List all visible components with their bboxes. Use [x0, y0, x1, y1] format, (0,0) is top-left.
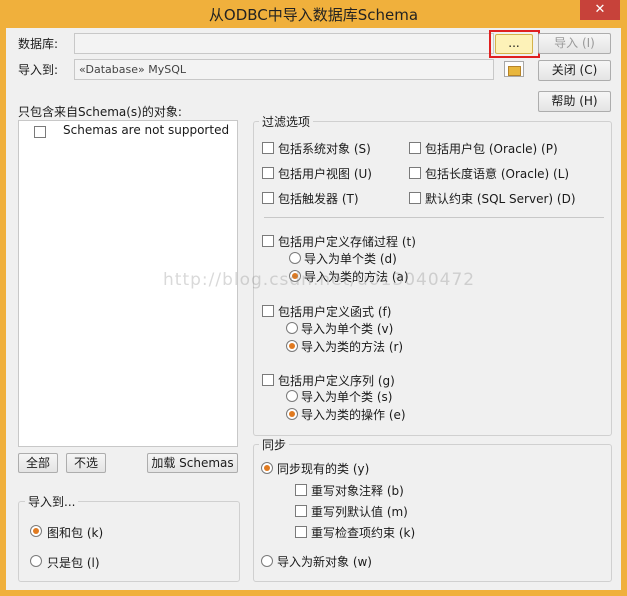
- include-sequences-checkbox[interactable]: [262, 374, 274, 386]
- close-window-button[interactable]: ✕: [580, 0, 620, 20]
- functions-class-methods-label: 导入为类的方法 (r): [301, 340, 404, 354]
- include-user-packages-checkbox[interactable]: [409, 142, 421, 154]
- filter-options-title: 过滤选项: [259, 113, 314, 130]
- import-new-label: 导入为新对象 (w): [277, 555, 372, 569]
- functions-class-methods-radio[interactable]: [286, 340, 298, 352]
- sequences-single-class-radio[interactable]: [286, 390, 298, 402]
- import-to-label: 导入到:: [18, 63, 59, 77]
- browse-database-button[interactable]: ...: [495, 34, 533, 54]
- select-none-button[interactable]: 不选: [66, 453, 106, 473]
- import-to-group-title: 导入到...: [25, 493, 79, 510]
- schemas-label: 只包含来自Schema(s)的对象:: [18, 105, 182, 119]
- database-label: 数据库:: [18, 37, 59, 51]
- divider: [264, 217, 604, 218]
- include-user-packages-label: 包括用户包 (Oracle) (P): [425, 142, 558, 156]
- dialog-window: 从ODBC中导入数据库Schema ✕ 数据库: ... 导入 (I) 导入到:…: [0, 0, 627, 596]
- dialog-body: 数据库: ... 导入 (I) 导入到: «Database» MySQL 关闭…: [6, 28, 621, 590]
- watermark: http://blog.csdn.net/u013040472: [163, 270, 476, 290]
- include-functions-label: 包括用户定义函式 (f): [278, 305, 392, 319]
- procs-single-class-radio[interactable]: [289, 252, 301, 264]
- close-button[interactable]: 关闭 (C): [538, 60, 611, 81]
- load-schemas-button[interactable]: 加载 Schemas: [147, 453, 238, 473]
- schema-checkbox[interactable]: [34, 126, 46, 138]
- overwrite-defaults-checkbox[interactable]: [295, 505, 307, 517]
- close-icon: ✕: [594, 2, 606, 17]
- database-field[interactable]: [74, 33, 494, 54]
- include-triggers-checkbox[interactable]: [262, 192, 274, 204]
- include-functions-checkbox[interactable]: [262, 305, 274, 317]
- functions-single-class-label: 导入为单个类 (v): [301, 322, 394, 336]
- include-system-objects-label: 包括系统对象 (S): [278, 142, 371, 156]
- sequences-class-operations-label: 导入为类的操作 (e): [301, 408, 406, 422]
- include-triggers-label: 包括触发器 (T): [278, 192, 359, 206]
- select-all-button[interactable]: 全部: [18, 453, 58, 473]
- include-user-views-label: 包括用户视图 (U): [278, 167, 372, 181]
- include-system-objects-checkbox[interactable]: [262, 142, 274, 154]
- folder-icon[interactable]: [504, 61, 524, 77]
- default-constraints-checkbox[interactable]: [409, 192, 421, 204]
- overwrite-defaults-label: 重写列默认值 (m): [311, 505, 408, 519]
- window-title: 从ODBC中导入数据库Schema: [208, 6, 419, 24]
- include-length-semantics-label: 包括长度语意 (Oracle) (L): [425, 167, 570, 181]
- overwrite-checks-checkbox[interactable]: [295, 526, 307, 538]
- title-bar: 从ODBC中导入数据库Schema ✕: [0, 0, 627, 28]
- include-stored-procs-checkbox[interactable]: [262, 235, 274, 247]
- default-constraints-label: 默认约束 (SQL Server) (D): [425, 192, 576, 206]
- import-button[interactable]: 导入 (I): [538, 33, 611, 54]
- sequences-class-operations-radio[interactable]: [286, 408, 298, 420]
- functions-single-class-radio[interactable]: [286, 322, 298, 334]
- import-new-radio[interactable]: [261, 555, 273, 567]
- package-only-radio[interactable]: [30, 555, 42, 567]
- sequences-single-class-label: 导入为单个类 (s): [301, 390, 393, 404]
- include-sequences-label: 包括用户定义序列 (g): [278, 374, 395, 388]
- diagram-and-package-label: 图和包 (k): [47, 526, 104, 540]
- import-to-field[interactable]: «Database» MySQL: [74, 59, 494, 80]
- include-user-views-checkbox[interactable]: [262, 167, 274, 179]
- overwrite-notes-label: 重写对象注释 (b): [311, 484, 404, 498]
- help-button[interactable]: 帮助 (H): [538, 91, 611, 112]
- sync-existing-label: 同步现有的类 (y): [277, 462, 370, 476]
- overwrite-notes-checkbox[interactable]: [295, 484, 307, 496]
- package-only-label: 只是包 (l): [47, 556, 100, 570]
- sync-existing-radio[interactable]: [261, 462, 273, 474]
- list-item: Schemas are not supported: [63, 123, 230, 137]
- procs-single-class-label: 导入为单个类 (d): [304, 252, 397, 266]
- include-length-semantics-checkbox[interactable]: [409, 167, 421, 179]
- sync-title: 同步: [259, 436, 290, 453]
- include-stored-procs-label: 包括用户定义存储过程 (t): [278, 235, 416, 249]
- diagram-and-package-radio[interactable]: [30, 525, 42, 537]
- overwrite-checks-label: 重写检查项约束 (k): [311, 526, 416, 540]
